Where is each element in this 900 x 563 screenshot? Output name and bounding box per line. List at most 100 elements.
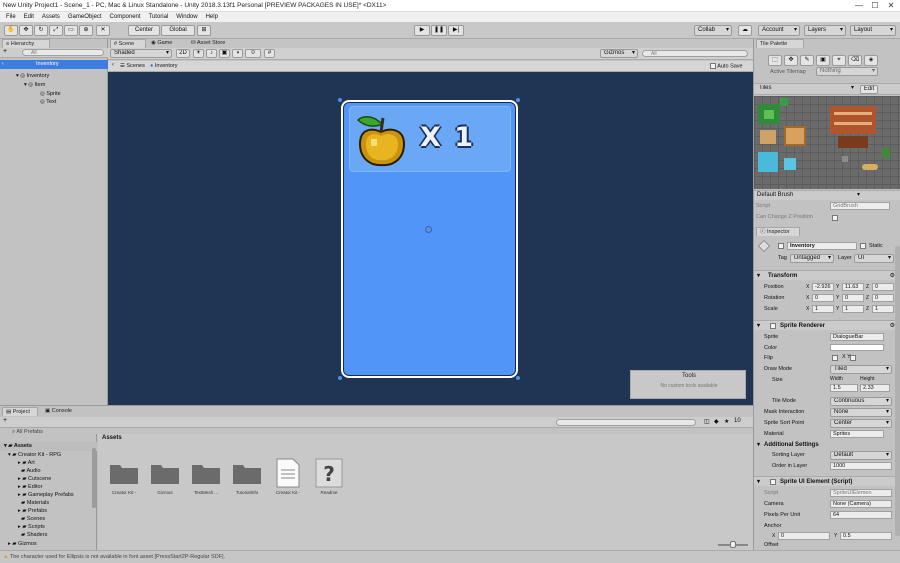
lighting-icon[interactable]: ☀ [193,49,204,58]
collab-dropdown[interactable]: Collab [694,25,732,36]
pivot-handle-icon[interactable] [425,226,432,233]
flip-x-checkbox[interactable] [832,355,838,361]
rect-handle-top-right[interactable] [516,98,520,102]
tab-hierarchy[interactable]: ≡ Hierarchy [2,39,50,48]
grid-icon[interactable]: # [264,49,275,58]
additional-settings-header[interactable]: ▾ Additional Settings [754,440,900,450]
box-fill-icon[interactable]: ▣ [816,55,830,66]
sprite-ui-element-header[interactable]: ▾ Sprite UI Element (Script) [754,476,900,486]
rect-tool-icon[interactable]: ▭ [64,25,78,36]
tile-stone[interactable] [842,156,848,162]
asset-creator-kit-doc[interactable]: Creator Kit - [270,454,306,498]
flip-y-checkbox[interactable] [850,355,856,361]
static-checkbox[interactable] [860,243,866,249]
palette-dropdown[interactable]: Tiles [756,85,856,94]
hierarchy-item-inventory[interactable]: ▾ ◎ Inventory [16,72,49,81]
brush-dropdown[interactable]: Default Brush [754,191,862,200]
asset-creator-kit-folder[interactable]: Creator Kit - [106,454,142,498]
inspector-scrollbar[interactable] [895,246,900,536]
rotation-x-field[interactable]: 0 [812,294,834,302]
account-dropdown[interactable]: Account [758,25,800,36]
position-y-field[interactable]: 11.63 [842,283,864,291]
fx-count[interactable]: 0 [245,49,261,58]
scale-tool-icon[interactable]: ⤢ [49,25,63,36]
tile-palette-grid[interactable] [754,96,900,189]
hidden-objects-icon[interactable]: ◑ [232,49,243,58]
color-swatch[interactable] [830,344,884,351]
auto-save-toggle[interactable]: Auto Save [710,63,743,69]
tab-project[interactable]: ▤ Project [2,407,38,416]
minimize-button[interactable]: — [852,0,866,12]
menu-help[interactable]: Help [206,12,218,22]
audio-icon[interactable]: ♪ [206,49,217,58]
menu-window[interactable]: Window [176,12,197,22]
sprite-renderer-header[interactable]: ▾ Sprite Renderer ⚙ [754,320,900,330]
tab-inspector[interactable]: ⓘ Inspector [756,227,800,236]
folder-gizmos[interactable]: ▸ ▰ Gizmos [8,540,37,549]
hierarchy-item-text[interactable]: ◎ Text [40,98,56,107]
foldout-arrow-icon[interactable]: ▾ [757,440,760,450]
foldout-arrow-icon[interactable]: ▾ [757,271,760,281]
tile-water[interactable] [758,152,778,172]
picker-icon[interactable]: ⌖ [832,55,846,66]
effects-icon[interactable]: ▣ [219,49,230,58]
pause-button[interactable]: ❚❚ [431,25,447,36]
asset-tutorialinfo-folder[interactable]: TutorialInfo [229,454,265,498]
position-x-field[interactable]: -2.926 [812,283,834,291]
project-create-button[interactable]: + [3,417,7,424]
rotation-y-field[interactable]: 0 [842,294,864,302]
fill-icon[interactable]: ◈ [864,55,878,66]
play-button[interactable]: ▶ [414,25,430,36]
rotation-z-field[interactable]: 0 [872,294,894,302]
hand-tool-icon[interactable]: ✋ [4,25,18,36]
pivot-center-toggle[interactable]: Center [128,25,160,36]
sort-point-dropdown[interactable]: Center [830,419,892,428]
menu-assets[interactable]: Assets [42,12,60,22]
tile-bush[interactable] [882,148,890,158]
rect-handle-bottom-right[interactable] [516,376,520,380]
snap-icon[interactable]: ⊞ [197,25,211,36]
tab-tile-palette[interactable]: Tile Palette [756,39,804,48]
material-field[interactable]: Sprites [830,430,884,438]
sorting-layer-dropdown[interactable]: Default [830,451,892,460]
custom-tool-icon[interactable]: ✕ [96,25,110,36]
folder-tree-scrollbar[interactable] [92,448,96,508]
hierarchy-item-item[interactable]: ▾ ◎ Item [24,81,45,90]
menu-edit[interactable]: Edit [24,12,34,22]
rect-handle-top-left[interactable] [338,98,342,102]
tab-game[interactable]: ◉ Game [148,39,184,48]
cloud-icon[interactable]: ☁ [738,25,752,36]
foldout-arrow-icon[interactable]: ▾ [757,321,760,331]
component-enabled-checkbox[interactable] [770,323,776,329]
object-name-field[interactable]: Inventory [787,242,857,250]
anchor-x-field[interactable]: 0 [778,532,830,540]
maximize-button[interactable]: ☐ [868,0,882,12]
rotate-tool-icon[interactable]: ↻ [34,25,48,36]
favorites-all-prefabs[interactable]: ⌕ All Prefabs [12,428,43,437]
menu-file[interactable]: File [6,12,16,22]
size-width-field[interactable]: 1.5 [830,384,858,392]
hierarchy-search-input[interactable]: All [22,49,104,56]
icon-size-slider-thumb[interactable] [730,541,736,548]
back-arrow-icon[interactable]: ‹ [2,60,4,69]
inventory-card[interactable]: X 1 [341,100,518,378]
project-search-input[interactable] [556,419,696,426]
ppu-field[interactable]: 64 [830,511,892,519]
foldout-arrow-icon[interactable]: ▾ [757,477,760,487]
layer-dropdown[interactable]: UI [854,254,894,263]
back-button[interactable]: ‹ [112,62,114,68]
tile-house[interactable] [830,106,876,134]
tile-roof[interactable] [838,136,868,148]
tab-asset-store[interactable]: ⛁ Asset Store [188,39,244,48]
breadcrumb-scenes[interactable]: ☰ Scenes [120,63,145,69]
camera-field[interactable]: None (Camera) [830,500,892,508]
move-tool-icon[interactable]: ✥ [19,25,33,36]
tile-grass-small[interactable] [780,98,788,106]
menu-component[interactable]: Component [110,12,141,22]
transform-header[interactable]: ▾ Transform ⚙ [754,270,900,280]
prefab-header[interactable]: ‹ Inventory [0,60,108,69]
active-checkbox[interactable] [778,243,784,249]
order-in-layer-field[interactable]: 1000 [830,462,892,470]
component-enabled-checkbox[interactable] [770,479,776,485]
tab-scene[interactable]: # Scene [110,39,146,48]
